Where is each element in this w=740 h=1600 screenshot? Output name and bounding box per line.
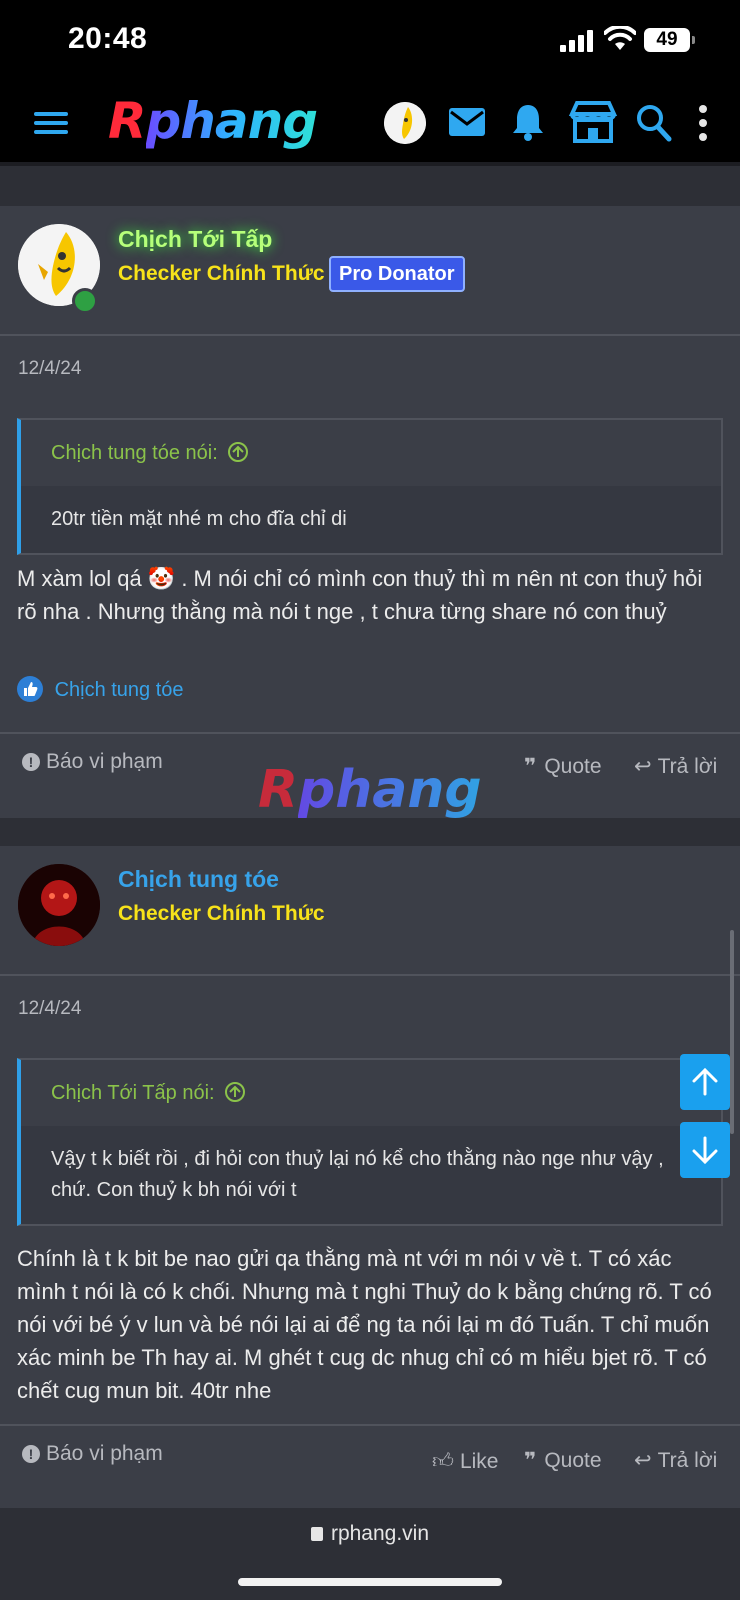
wifi-icon [604, 26, 636, 50]
reply-button[interactable]: ↩ Trả lời [634, 1448, 717, 1473]
divider [0, 334, 740, 336]
quote-label: Quote [544, 755, 602, 778]
battery-indicator: 49 [644, 28, 695, 52]
browser-address-bar[interactable]: rphang.vin [0, 1508, 740, 1600]
arrow-up-icon [692, 1067, 718, 1096]
report-icon: ! [22, 753, 40, 771]
quote-button[interactable]: ❞ Quote [524, 754, 602, 779]
quote-header[interactable]: Chịch tung tóe nói: [21, 420, 721, 486]
report-icon: ! [22, 1445, 40, 1463]
reply-label: Trả lời [657, 755, 718, 778]
watermark-logo: Rphang [258, 760, 482, 820]
thumbs-up-icon: 👍︎ [432, 1450, 454, 1473]
quote-label: Quote [544, 1449, 602, 1472]
author-rank: Checker Chính Thức [118, 262, 325, 285]
reply-button[interactable]: ↩ Trả lời [634, 754, 717, 779]
scroll-to-bottom-button[interactable] [680, 1122, 730, 1178]
url-text: rphang.vin [330, 1522, 430, 1545]
pro-donator-badge: Pro Donator [329, 256, 465, 292]
red-figure-avatar-icon [18, 864, 100, 946]
report-button[interactable]: ! Báo vi phạm [22, 750, 163, 774]
quote-text: 20tr tiền mặt nhé m cho đĩa chỉ di [51, 508, 347, 530]
arrow-up-circle-icon[interactable] [224, 1081, 246, 1103]
post-message: Chính là t k bit be nao gửi qa thằng mà … [17, 1246, 712, 1403]
post-2: Chịch tung tóe Checker Chính Thức 12/4/2… [0, 846, 740, 1508]
post-1: Chịch Tới Tấp Checker Chính Thức Pro Don… [0, 206, 740, 818]
url-display[interactable]: rphang.vin [0, 1522, 740, 1546]
like-label: Like [459, 1450, 499, 1473]
bell-icon[interactable] [510, 102, 546, 142]
quote-block: Chịch Tới Tấp nói: Vậy t k biết rồi , đi… [17, 1058, 723, 1226]
quote-block: Chịch tung tóe nói: 20tr tiền mặt nhé m … [17, 418, 723, 555]
lock-icon [310, 1527, 323, 1541]
post-date[interactable]: 12/4/24 [18, 358, 81, 380]
like-button[interactable]: 👍︎ Like [432, 1448, 498, 1474]
report-button[interactable]: ! Báo vi phạm [22, 1442, 163, 1466]
logo-text: phang [145, 92, 319, 150]
quote-author: Chịch Tới Tấp nói: [51, 1082, 215, 1104]
home-indicator[interactable] [238, 1578, 502, 1586]
quote-author: Chịch tung tóe nói: [51, 442, 218, 464]
post-date[interactable]: 12/4/24 [18, 998, 81, 1020]
report-label: Báo vi phạm [46, 1442, 163, 1465]
post-header: Chịch tung tóe Checker Chính Thức [0, 846, 740, 974]
author-username[interactable]: Chịch tung tóe [118, 866, 279, 893]
cellular-signal-icon [560, 30, 593, 52]
quote-text: Vậy t k biết rồi , đi hỏi con thuỷ lại n… [51, 1148, 664, 1201]
report-label: Báo vi phạm [46, 750, 163, 773]
user-avatar[interactable] [384, 102, 426, 144]
menu-icon[interactable] [34, 108, 68, 138]
post-header: Chịch Tới Tấp Checker Chính Thức Pro Don… [0, 206, 740, 334]
likes-row[interactable]: Chịch tung tóe [17, 676, 184, 702]
author-avatar[interactable] [18, 864, 100, 946]
quote-marks-icon: ❞ [524, 1449, 537, 1472]
reply-arrow-icon: ↩ [634, 1449, 652, 1472]
arrow-down-icon [692, 1136, 718, 1165]
store-icon[interactable] [568, 100, 618, 144]
online-status-icon [72, 288, 98, 314]
post-message: M xàm lol qá 🤡 . M nói chỉ có mình con t… [17, 566, 703, 624]
quote-marks-icon: ❞ [524, 755, 537, 778]
reply-arrow-icon: ↩ [634, 755, 652, 778]
post-actions: ! Báo vi phạm 👍︎ Like ❞ Quote ↩ Trả lời [0, 1426, 740, 1506]
quote-button[interactable]: ❞ Quote [524, 1448, 602, 1473]
mail-icon[interactable] [448, 106, 486, 138]
author-username[interactable]: Chịch Tới Tấp [118, 226, 272, 253]
author-rank: Checker Chính Thức [118, 902, 325, 925]
like-thumb-icon [17, 676, 43, 702]
search-icon[interactable] [636, 104, 672, 142]
liked-by-user[interactable]: Chịch tung tóe [55, 679, 184, 701]
page-scrollbar[interactable] [730, 930, 734, 1134]
reply-label: Trả lời [657, 1449, 718, 1472]
banana-avatar-icon [384, 102, 426, 144]
scroll-to-top-button[interactable] [680, 1054, 730, 1110]
logo-letter: R [108, 92, 147, 150]
divider [0, 974, 740, 976]
top-navbar: Rphang [0, 82, 740, 166]
status-time: 20:48 [68, 22, 148, 55]
status-bar: 20:48 49 [0, 0, 740, 82]
arrow-up-circle-icon[interactable] [227, 441, 249, 463]
more-options-icon[interactable] [696, 104, 710, 142]
quote-header[interactable]: Chịch Tới Tấp nói: [21, 1060, 721, 1126]
site-logo[interactable]: Rphang [108, 92, 319, 150]
